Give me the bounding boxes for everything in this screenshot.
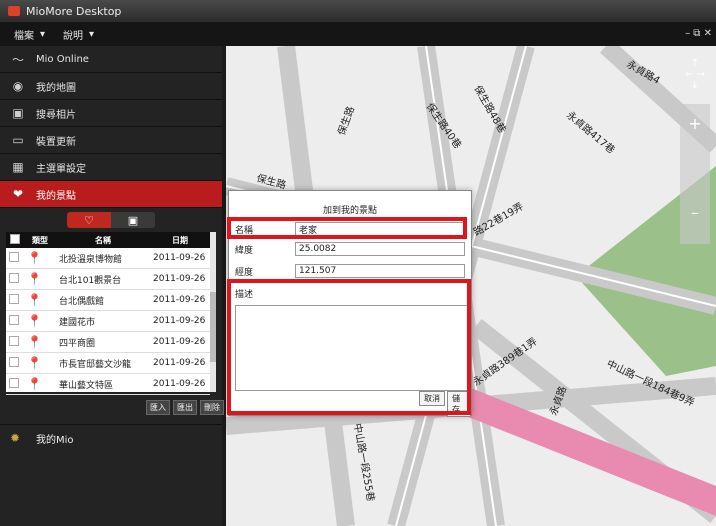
lat-input[interactable]: 25.0082 (295, 242, 465, 256)
row-name: 市長官邸藝文沙龍 (56, 352, 150, 374)
grid-icon: ▦ (12, 160, 24, 174)
sidebar-item-label: 搜尋相片 (36, 109, 76, 121)
delete-button[interactable]: 刪除 (200, 400, 224, 415)
table-row[interactable]: 📍 台北101觀景台 2011-09-26 (6, 268, 210, 290)
sidebar-item-label: 主選單設定 (36, 163, 86, 175)
favorites-toggle-button[interactable]: ♡ (67, 212, 111, 228)
app-logo-icon (8, 6, 20, 16)
pin-icon: 📍 (27, 293, 42, 307)
table-row[interactable]: 📍 台北偶戲館 2011-09-26 (6, 289, 210, 311)
sidebar-item-main-menu-settings[interactable]: ▦ 主選單設定 (0, 154, 222, 181)
sidebar-item-label: 我的地圖 (36, 82, 76, 94)
map-pan-control[interactable]: ↑ ← → ↓ (678, 58, 712, 91)
device-icon: ▭ (12, 133, 24, 147)
heart-icon: ❤ (12, 187, 24, 201)
sidebar-item-label: 裝置更新 (36, 136, 76, 148)
row-name: 建國花市 (56, 310, 150, 332)
menu-file[interactable]: 檔案 (14, 27, 34, 42)
row-date: 2011-09-26 (150, 373, 210, 395)
heart-icon: ♡ (84, 213, 94, 227)
row-date: 2011-09-26 (150, 310, 210, 332)
pin-icon: 📍 (27, 377, 42, 391)
pin-icon: 📍 (27, 335, 42, 349)
row-date: 2011-09-26 (150, 331, 210, 353)
lon-input[interactable]: 121.507 (295, 264, 465, 278)
sidebar-item-my-map[interactable]: ◉ 我的地圖 (0, 73, 222, 100)
zoom-out-button[interactable]: – (680, 203, 710, 222)
pin-icon: 📍 (27, 272, 42, 286)
poi-view-toggle: ♡ ▣ (0, 208, 222, 232)
column-header-date[interactable]: 日期 (150, 232, 210, 248)
lat-row: 緯度 25.0082 (235, 241, 465, 257)
poi-actions: 匯入 匯出 刪除 (146, 400, 224, 415)
sidebar-item-my-poi[interactable]: ❤ 我的景點 (0, 181, 222, 208)
desc-highlight-box (227, 279, 471, 415)
table-scrollbar[interactable] (210, 232, 216, 392)
map-zoom-control[interactable]: + – (680, 104, 710, 244)
sidebar-item-my-mio[interactable]: ✹ 我的Mio (0, 424, 222, 451)
table-row[interactable]: 📍 華山藝文特區 2011-09-26 (6, 373, 210, 395)
pin-icon: 📍 (27, 251, 42, 265)
export-button[interactable]: 匯出 (173, 400, 197, 415)
scrollbar-thumb[interactable] (210, 292, 216, 362)
table-row[interactable]: 📍 四平商圈 2011-09-26 (6, 331, 210, 353)
sidebar-item-device-update[interactable]: ▭ 裝置更新 (0, 127, 222, 154)
window-controls[interactable]: – ⧉ ✕ (685, 28, 712, 39)
sidebar-item-label: 我的Mio (36, 434, 74, 446)
gear-icon: ✹ (10, 431, 21, 445)
row-checkbox[interactable] (9, 356, 19, 367)
import-button[interactable]: 匯入 (146, 400, 170, 415)
compass-icon: ◉ (12, 79, 24, 93)
select-all-checkbox[interactable] (6, 232, 24, 248)
sidebar-item-label: 我的景點 (36, 190, 76, 202)
pin-icon: 📍 (27, 356, 42, 370)
sidebar-item-mio-online[interactable]: 〜 Mio Online (0, 46, 222, 73)
row-checkbox[interactable] (9, 335, 19, 346)
name-highlight-box (227, 217, 467, 239)
window-titlebar: MioMore Desktop (0, 0, 716, 22)
pin-icon: 📍 (27, 314, 42, 328)
row-date: 2011-09-26 (150, 268, 210, 290)
row-checkbox[interactable] (9, 272, 19, 283)
lon-row: 經度 121.507 (235, 263, 465, 279)
column-header-name[interactable]: 名稱 (56, 232, 150, 248)
sidebar-item-search-photos[interactable]: ▣ 搜尋相片 (0, 100, 222, 127)
window-title: MioMore Desktop (26, 4, 122, 18)
photos-toggle-button[interactable]: ▣ (111, 212, 155, 228)
photo-poi-icon: ▣ (127, 213, 139, 227)
table-row[interactable]: 📍 市長官邸藝文沙龍 2011-09-26 (6, 352, 210, 374)
row-checkbox[interactable] (9, 251, 19, 262)
camera-icon: ▣ (12, 106, 24, 120)
wave-icon: 〜 (11, 52, 24, 67)
menu-help[interactable]: 說明 (63, 27, 83, 42)
row-name: 台北101觀景台 (56, 268, 150, 290)
row-name: 北投溫泉博物館 (56, 248, 150, 269)
row-date: 2011-09-26 (150, 352, 210, 374)
table-row[interactable]: 📍 建國花市 2011-09-26 (6, 310, 210, 332)
sidebar-item-label: Mio Online (36, 53, 89, 65)
row-name: 台北偶戲館 (56, 289, 150, 311)
add-poi-dialog: 加到我的景點 名稱 老家 緯度 25.0082 經度 121.507 描述 取消… (227, 190, 472, 417)
zoom-in-button[interactable]: + (680, 114, 710, 133)
row-date: 2011-09-26 (150, 248, 210, 269)
pan-arrows-icon[interactable]: ↑ ← → ↓ (678, 58, 712, 91)
row-checkbox[interactable] (9, 377, 19, 388)
row-checkbox[interactable] (9, 314, 19, 325)
poi-table: 類型 名稱 日期 📍 北投溫泉博物館 2011-09-26 📍 台北101觀景台… (6, 232, 216, 395)
lat-label: 緯度 (235, 245, 254, 256)
menu-file-chevron-icon[interactable]: ▾ (40, 29, 45, 40)
column-header-type[interactable]: 類型 (24, 232, 56, 248)
table-header-row: 類型 名稱 日期 (6, 232, 210, 248)
menu-help-chevron-icon[interactable]: ▾ (89, 29, 94, 40)
row-name: 華山藝文特區 (56, 373, 150, 395)
menu-bar: 檔案 ▾ 說明 ▾ (0, 22, 716, 46)
row-date: 2011-09-26 (150, 289, 210, 311)
row-checkbox[interactable] (9, 293, 19, 304)
lon-label: 經度 (235, 267, 254, 278)
table-row[interactable]: 📍 北投溫泉博物館 2011-09-26 (6, 248, 210, 269)
row-name: 四平商圈 (56, 331, 150, 353)
